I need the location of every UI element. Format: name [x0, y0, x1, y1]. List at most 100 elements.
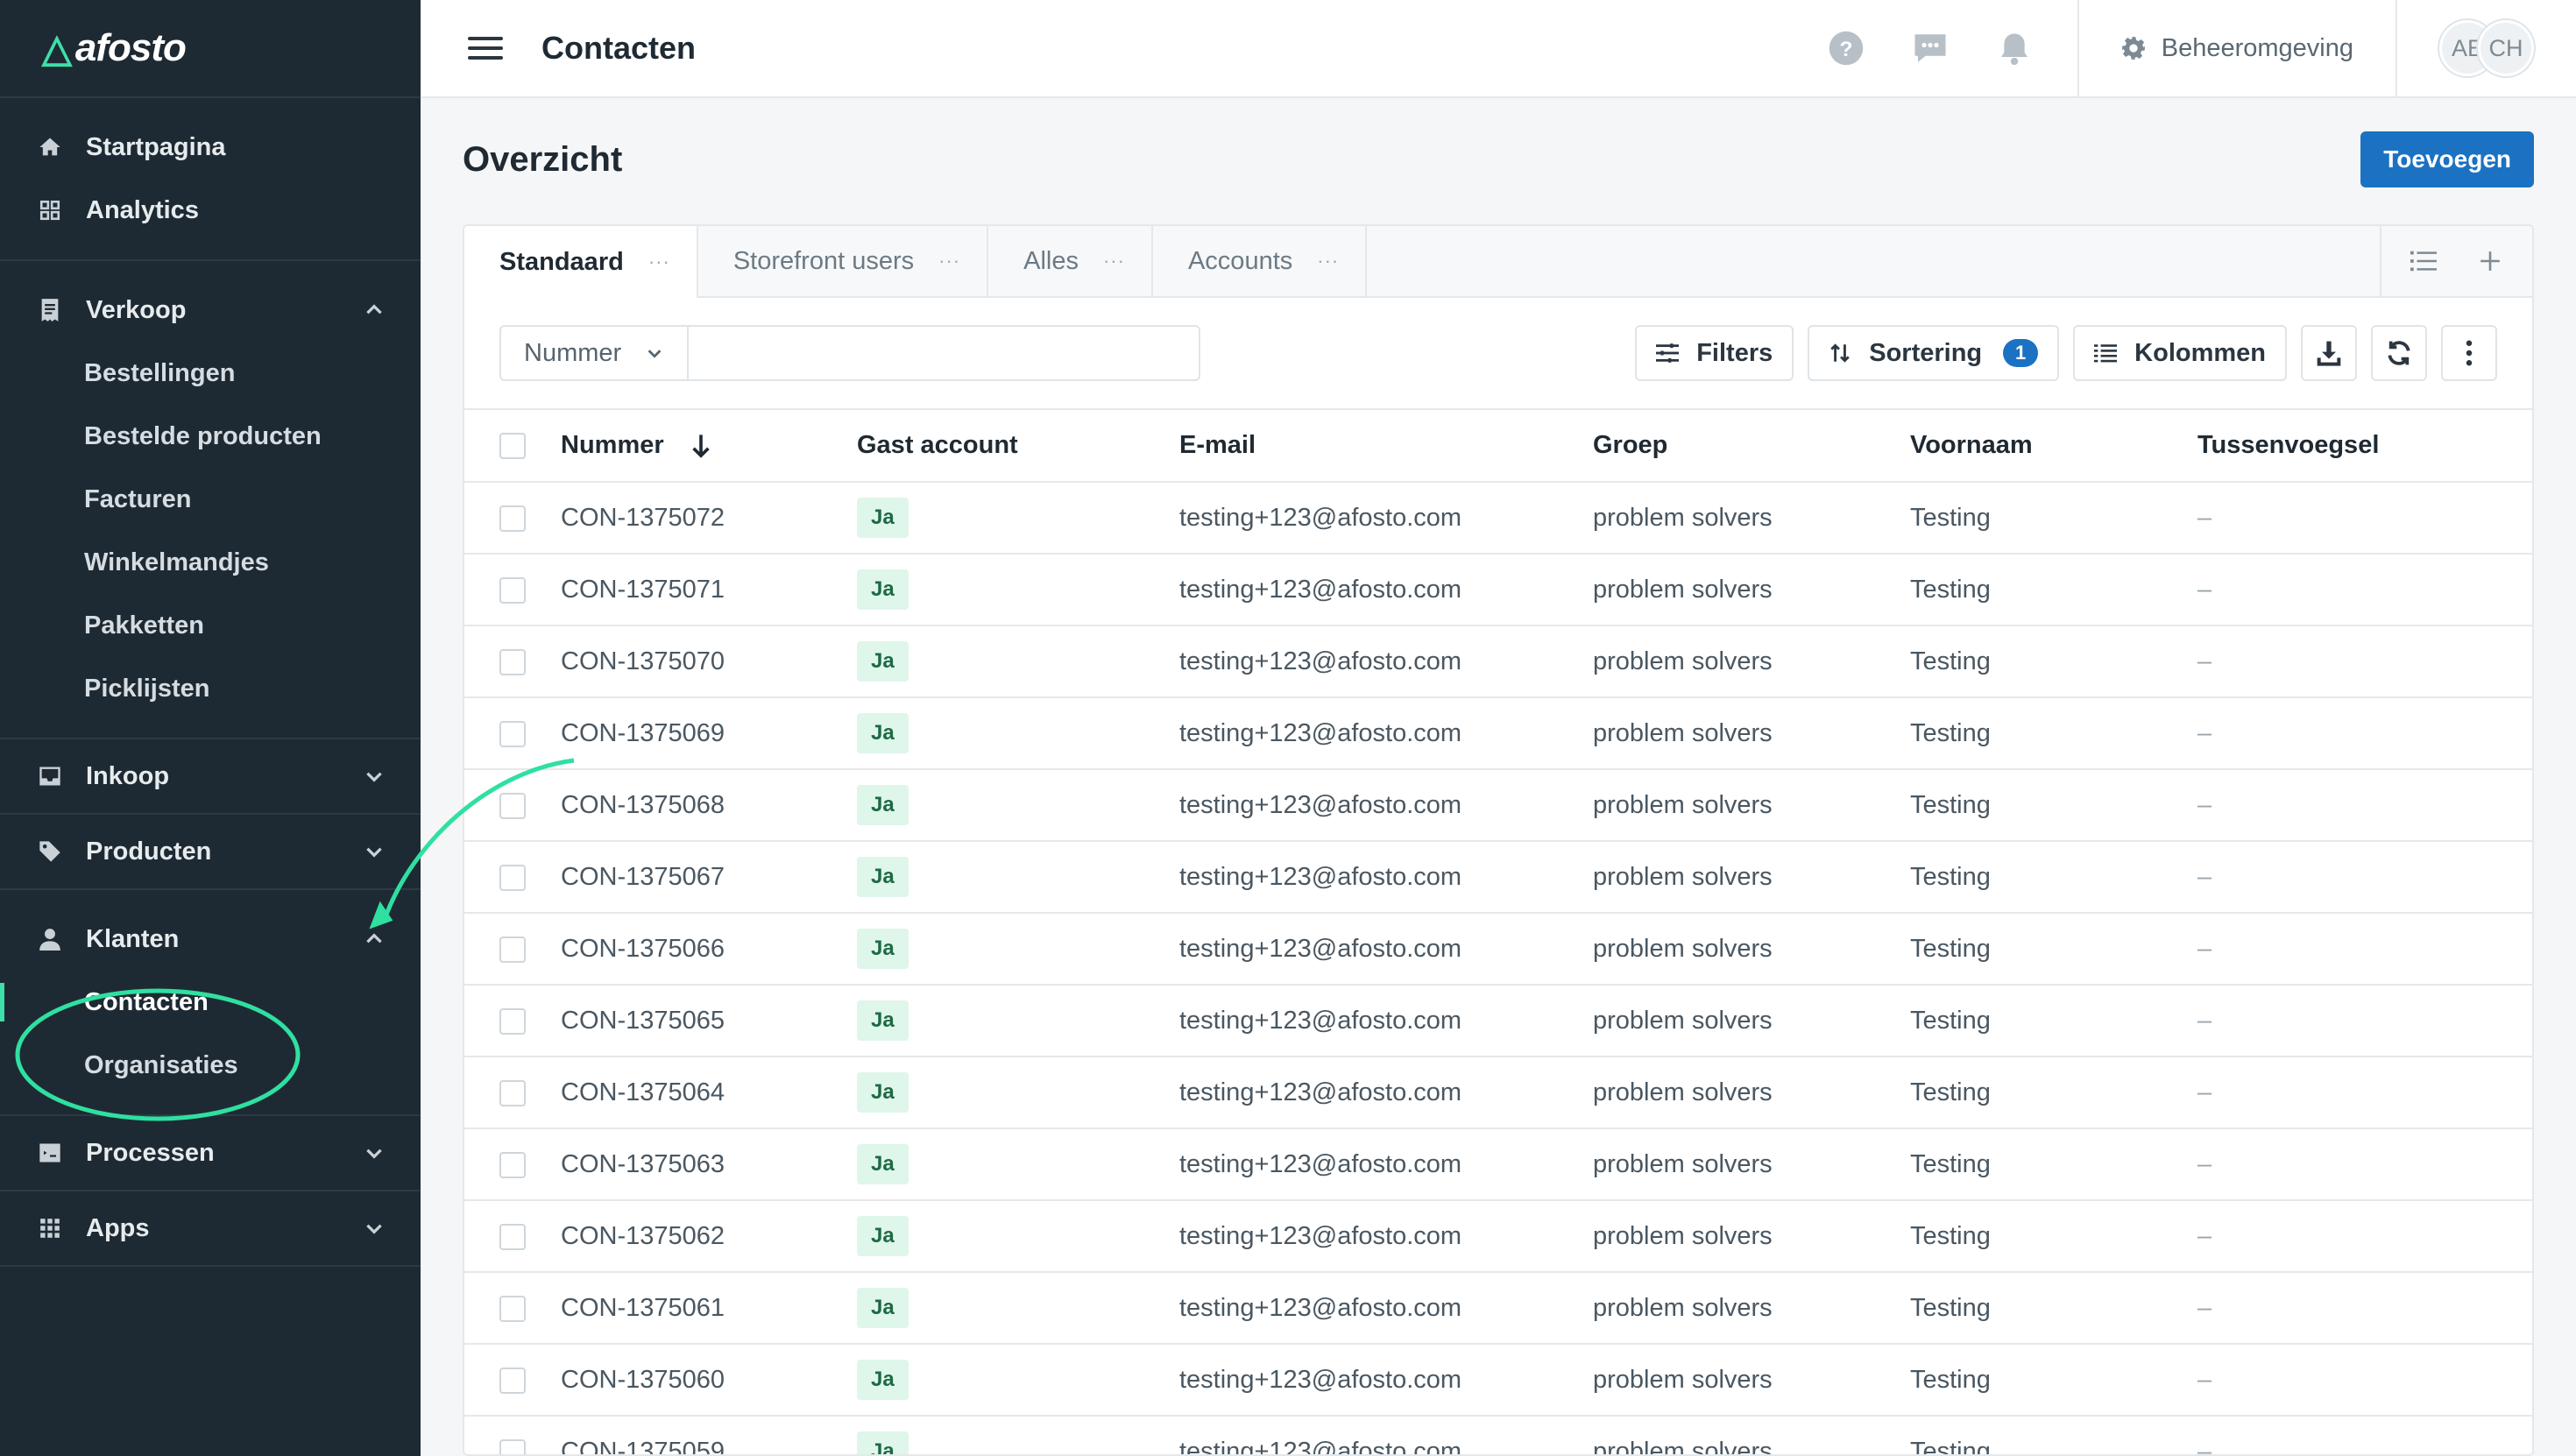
sidebar-item-contacten[interactable]: Contacten [0, 971, 421, 1034]
download-button[interactable] [2301, 325, 2357, 381]
avatar-group[interactable]: AE CH [2397, 0, 2576, 97]
chevron-up-icon[interactable] [363, 928, 386, 951]
chevron-down-icon[interactable] [363, 765, 386, 788]
tab-standaard[interactable]: Standaard ··· [464, 226, 698, 298]
header-group[interactable]: Groep [1593, 410, 1910, 483]
logo[interactable]: △ afosto [0, 0, 421, 98]
row-checkbox[interactable] [499, 1367, 526, 1394]
cell-number[interactable]: CON-1375068 [561, 769, 857, 842]
table-row[interactable]: CON-1375071 Ja testing+123@afosto.com probl… [464, 554, 2532, 626]
more-icon[interactable]: ··· [648, 251, 670, 273]
row-checkbox[interactable] [499, 936, 526, 963]
environment-button[interactable]: Beheeromgeving [2079, 0, 2396, 97]
cell-number[interactable]: CON-1375070 [561, 626, 857, 698]
tab-alles[interactable]: Alles ··· [988, 226, 1153, 296]
table-row[interactable]: CON-1375064 Ja testing+123@afosto.com probl… [464, 1057, 2532, 1129]
cell-number[interactable]: CON-1375059 [561, 1416, 857, 1454]
columns-button[interactable]: Kolommen [2073, 325, 2287, 381]
header-email[interactable]: E-mail [1179, 410, 1593, 483]
more-options-button[interactable] [2441, 325, 2497, 381]
help-icon[interactable]: ? [1825, 27, 1867, 69]
sidebar-item-bestelde-producten[interactable]: Bestelde producten [0, 405, 421, 468]
tab-accounts[interactable]: Accounts ··· [1153, 226, 1368, 296]
table-row[interactable]: CON-1375059 Ja testing+123@afosto.com probl… [464, 1416, 2532, 1454]
more-icon[interactable]: ··· [1317, 250, 1339, 272]
chat-icon[interactable] [1909, 27, 1951, 69]
row-checkbox[interactable] [499, 1079, 526, 1106]
row-checkbox[interactable] [499, 576, 526, 604]
search-input[interactable] [689, 327, 1199, 379]
chevron-down-icon[interactable] [363, 840, 386, 863]
table-row[interactable]: CON-1375061 Ja testing+123@afosto.com probl… [464, 1272, 2532, 1345]
search-field-select[interactable]: Nummer [501, 327, 689, 379]
cell-number[interactable]: CON-1375071 [561, 554, 857, 626]
add-button[interactable]: Toevoegen [2360, 131, 2534, 187]
cell-number[interactable]: CON-1375072 [561, 482, 857, 555]
add-tab-icon[interactable] [2474, 245, 2506, 277]
tab-storefront-users[interactable]: Storefront users ··· [698, 226, 989, 296]
sidebar-item-inkoop[interactable]: Inkoop [0, 745, 421, 808]
sidebar-item-processen[interactable]: Processen [0, 1121, 421, 1184]
avatar[interactable]: CH [2478, 20, 2534, 76]
sidebar-item-bestellingen[interactable]: Bestellingen [0, 342, 421, 405]
row-checkbox[interactable] [499, 1295, 526, 1322]
chevron-down-icon[interactable] [363, 1141, 386, 1164]
sidebar-item-producten[interactable]: Producten [0, 820, 421, 883]
row-checkbox[interactable] [499, 864, 526, 891]
row-checkbox[interactable] [499, 792, 526, 819]
sidebar-item-winkelmandjes[interactable]: Winkelmandjes [0, 531, 421, 594]
row-checkbox[interactable] [499, 1438, 526, 1454]
table-row[interactable]: CON-1375069 Ja testing+123@afosto.com probl… [464, 697, 2532, 770]
sidebar-item-pakketten[interactable]: Pakketten [0, 594, 421, 657]
bell-icon[interactable] [1993, 27, 2035, 69]
row-checkbox[interactable] [499, 505, 526, 532]
table-row[interactable]: CON-1375065 Ja testing+123@afosto.com probl… [464, 985, 2532, 1057]
cell-number[interactable]: CON-1375060 [561, 1344, 857, 1417]
more-icon[interactable]: ··· [1103, 250, 1125, 272]
sidebar-item-klanten[interactable]: Klanten [0, 908, 421, 971]
chevron-up-icon[interactable] [363, 299, 386, 322]
header-first-name[interactable]: Voornaam [1910, 410, 2197, 483]
chevron-down-icon[interactable] [363, 1217, 386, 1240]
menu-icon[interactable] [468, 31, 503, 66]
cell-guest: Ja [857, 1057, 1179, 1129]
table-row[interactable]: CON-1375062 Ja testing+123@afosto.com probl… [464, 1200, 2532, 1273]
row-checkbox-cell [464, 697, 561, 770]
sidebar-item-startpagina[interactable]: Startpagina [0, 116, 421, 179]
cell-number[interactable]: CON-1375065 [561, 985, 857, 1057]
cell-number[interactable]: CON-1375062 [561, 1200, 857, 1273]
select-all-checkbox[interactable] [499, 433, 526, 460]
row-checkbox[interactable] [499, 1007, 526, 1035]
list-view-icon[interactable] [2408, 245, 2439, 277]
cell-number[interactable]: CON-1375069 [561, 697, 857, 770]
refresh-button[interactable] [2371, 325, 2427, 381]
more-icon[interactable]: ··· [938, 250, 960, 272]
table-row[interactable]: CON-1375068 Ja testing+123@afosto.com probl… [464, 769, 2532, 842]
sidebar-item-verkoop[interactable]: Verkoop [0, 279, 421, 342]
cell-number[interactable]: CON-1375066 [561, 913, 857, 986]
sidebar-item-apps[interactable]: Apps [0, 1197, 421, 1260]
sidebar-item-analytics[interactable]: Analytics [0, 179, 421, 242]
row-checkbox[interactable] [499, 1151, 526, 1178]
row-checkbox[interactable] [499, 720, 526, 747]
sidebar-item-organisaties[interactable]: Organisaties [0, 1034, 421, 1097]
header-guest[interactable]: Gast account [857, 410, 1179, 483]
header-infix[interactable]: Tussenvoegsel [2197, 410, 2532, 483]
table-row[interactable]: CON-1375067 Ja testing+123@afosto.com probl… [464, 841, 2532, 914]
row-checkbox[interactable] [499, 648, 526, 675]
table-row[interactable]: CON-1375070 Ja testing+123@afosto.com probl… [464, 626, 2532, 698]
table-row[interactable]: CON-1375072 Ja testing+123@afosto.com probl… [464, 482, 2532, 555]
table-row[interactable]: CON-1375060 Ja testing+123@afosto.com probl… [464, 1344, 2532, 1417]
header-number[interactable]: Nummer [561, 410, 857, 483]
table-row[interactable]: CON-1375066 Ja testing+123@afosto.com probl… [464, 913, 2532, 986]
cell-number[interactable]: CON-1375061 [561, 1272, 857, 1345]
sidebar-item-facturen[interactable]: Facturen [0, 468, 421, 531]
sidebar-item-picklijsten[interactable]: Picklijsten [0, 657, 421, 720]
filters-button[interactable]: Filters [1635, 325, 1794, 381]
table-row[interactable]: CON-1375063 Ja testing+123@afosto.com probl… [464, 1128, 2532, 1201]
cell-number[interactable]: CON-1375067 [561, 841, 857, 914]
cell-number[interactable]: CON-1375064 [561, 1057, 857, 1129]
cell-number[interactable]: CON-1375063 [561, 1128, 857, 1201]
row-checkbox[interactable] [499, 1223, 526, 1250]
sorting-button[interactable]: Sortering 1 [1808, 325, 2060, 381]
